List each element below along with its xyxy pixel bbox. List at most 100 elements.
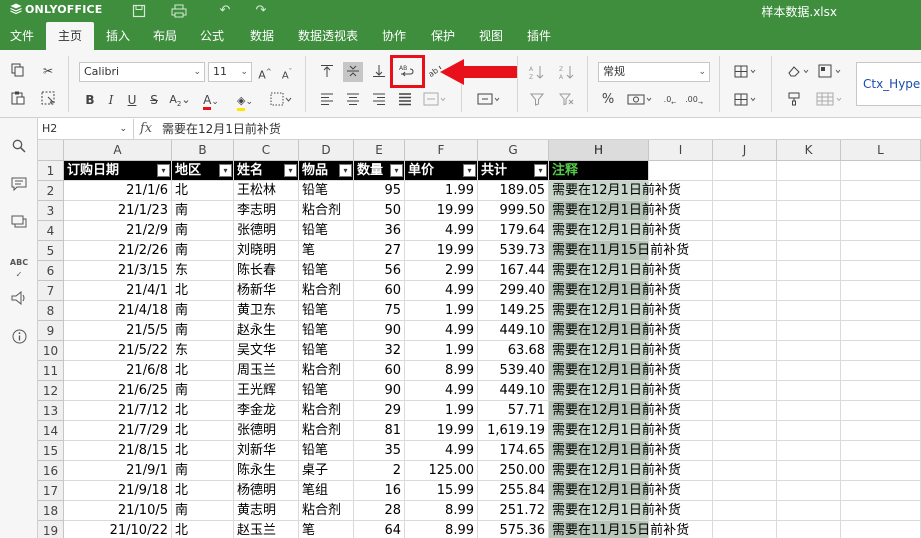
grid-cell[interactable]: 李金龙 <box>234 401 299 421</box>
grid-cell[interactable] <box>841 401 921 421</box>
grid-cell[interactable] <box>841 461 921 481</box>
subscript-icon[interactable]: A2⌄ <box>167 90 193 110</box>
grid-cell[interactable]: 南 <box>172 221 234 241</box>
grid-cell[interactable] <box>841 221 921 241</box>
grid-cell[interactable] <box>713 201 777 221</box>
grid-cell[interactable]: 铅笔 <box>299 181 354 201</box>
column-header-a[interactable]: A <box>64 140 172 161</box>
grid-cell[interactable]: 8.99 <box>405 501 478 521</box>
grid-cell[interactable]: 250.00 <box>478 461 549 481</box>
grid-cell[interactable] <box>841 321 921 341</box>
grid-cell[interactable]: 4.99 <box>405 221 478 241</box>
grid-cell[interactable]: 167.44 <box>478 261 549 281</box>
spreadsheet-grid[interactable]: ABCDEFGHIJKL 1 2 3 4 5 6 7 8 9 10 11 12 13 14 15 16 17 18… <box>38 140 921 538</box>
grid-cell[interactable]: 4.99 <box>405 321 478 341</box>
clear-filter-icon[interactable] <box>557 90 577 110</box>
filter-dropdown-icon[interactable]: ▾ <box>284 164 297 177</box>
grid-cell[interactable]: 需要在12月1日前补货 <box>549 181 681 201</box>
row-header[interactable]: 18 <box>38 501 64 521</box>
table-header-cell[interactable]: 地区 ▾ <box>172 161 234 181</box>
grid-cell[interactable]: 179.64 <box>478 221 549 241</box>
grid-cell[interactable] <box>777 501 841 521</box>
grid-cell[interactable]: 50 <box>354 201 405 221</box>
conditional-format-icon[interactable] <box>816 62 846 82</box>
grid-cell[interactable]: 黄志明 <box>234 501 299 521</box>
name-box[interactable]: H2 ⌄ <box>38 119 134 139</box>
grid-cell[interactable] <box>713 421 777 441</box>
grid-cell[interactable] <box>841 161 921 181</box>
grid-cell[interactable]: 需要在12月1日前补货 <box>549 301 681 321</box>
grid-cell[interactable]: 需要在12月1日前补货 <box>549 461 681 481</box>
select-all-corner[interactable] <box>38 140 64 161</box>
grid-cell[interactable] <box>777 261 841 281</box>
grid-cell[interactable] <box>841 261 921 281</box>
align-bottom-icon[interactable] <box>369 62 389 82</box>
grid-cell[interactable] <box>777 361 841 381</box>
grid-cell[interactable]: 南 <box>172 381 234 401</box>
grid-cell[interactable]: 1,619.19 <box>478 421 549 441</box>
grid-cell[interactable]: 南 <box>172 501 234 521</box>
column-header-k[interactable]: K <box>777 140 841 161</box>
grid-cell[interactable]: 81 <box>354 421 405 441</box>
grid-cell[interactable] <box>841 381 921 401</box>
grid-cell[interactable]: 255.84 <box>478 481 549 501</box>
row-header[interactable]: 11 <box>38 361 64 381</box>
italic-icon[interactable]: I <box>101 90 121 110</box>
number-format-select[interactable]: 常规 ⌄ <box>598 62 710 82</box>
decrease-font-icon[interactable]: Aˇ <box>277 62 297 82</box>
merge-cells-icon[interactable] <box>420 90 450 110</box>
grid-cell[interactable]: 陈长春 <box>234 261 299 281</box>
grid-cell[interactable]: 21/10/22 <box>64 521 172 538</box>
grid-cell[interactable]: 125.00 <box>405 461 478 481</box>
grid-cell[interactable] <box>841 361 921 381</box>
table-header-cell[interactable]: 注释 <box>549 161 649 181</box>
grid-cell[interactable]: 299.40 <box>478 281 549 301</box>
format-as-table-icon[interactable] <box>814 90 846 110</box>
grid-cell[interactable] <box>713 361 777 381</box>
grid-cell[interactable]: 8.99 <box>405 521 478 538</box>
grid-cell[interactable]: 57.71 <box>478 401 549 421</box>
row-header[interactable]: 13 <box>38 401 64 421</box>
grid-cell[interactable]: 21/7/29 <box>64 421 172 441</box>
grid-cell[interactable] <box>713 441 777 461</box>
grid-cell[interactable]: 铅笔 <box>299 301 354 321</box>
grid-cell[interactable]: 56 <box>354 261 405 281</box>
grid-cell[interactable]: 21/6/25 <box>64 381 172 401</box>
column-header-e[interactable]: E <box>354 140 405 161</box>
grid-cell[interactable]: 21/4/18 <box>64 301 172 321</box>
grid-cell[interactable]: 王松林 <box>234 181 299 201</box>
grid-cell[interactable]: 21/9/1 <box>64 461 172 481</box>
grid-cell[interactable] <box>713 501 777 521</box>
grid-cell[interactable]: 北 <box>172 421 234 441</box>
filter-icon[interactable] <box>527 90 547 110</box>
grid-cell[interactable]: 19.99 <box>405 201 478 221</box>
tab-home[interactable]: 主页 <box>46 22 94 50</box>
column-header-j[interactable]: J <box>713 140 777 161</box>
grid-cell[interactable] <box>649 161 713 181</box>
grid-cell[interactable]: 1.99 <box>405 301 478 321</box>
tab-insert[interactable]: 插入 <box>98 22 138 50</box>
grid-cell[interactable]: 桌子 <box>299 461 354 481</box>
grid-cell[interactable]: 21/4/1 <box>64 281 172 301</box>
search-icon[interactable] <box>9 139 29 159</box>
grid-cell[interactable]: 449.10 <box>478 321 549 341</box>
grid-cell[interactable] <box>713 161 777 181</box>
decrease-decimal-icon[interactable]: .0← <box>660 90 680 110</box>
grid-cell[interactable]: 63.68 <box>478 341 549 361</box>
row-header[interactable]: 8 <box>38 301 64 321</box>
bold-icon[interactable]: B <box>80 90 100 110</box>
grid-cell[interactable] <box>713 221 777 241</box>
grid-cell[interactable]: 笔 <box>299 521 354 538</box>
grid-cell[interactable]: 539.40 <box>478 361 549 381</box>
filter-dropdown-icon[interactable]: ▾ <box>219 164 232 177</box>
grid-cell[interactable]: 21/2/26 <box>64 241 172 261</box>
grid-cell[interactable] <box>777 181 841 201</box>
grid-cell[interactable]: 95 <box>354 181 405 201</box>
grid-cell[interactable]: 16 <box>354 481 405 501</box>
tab-protection[interactable]: 保护 <box>421 22 465 50</box>
grid-cell[interactable]: 需要在12月1日前补货 <box>549 381 681 401</box>
grid-cell[interactable]: 需要在12月1日前补货 <box>549 361 681 381</box>
insert-cells-icon[interactable] <box>731 62 761 82</box>
grid-cell[interactable]: 1.99 <box>405 401 478 421</box>
align-middle-icon[interactable] <box>343 62 363 82</box>
